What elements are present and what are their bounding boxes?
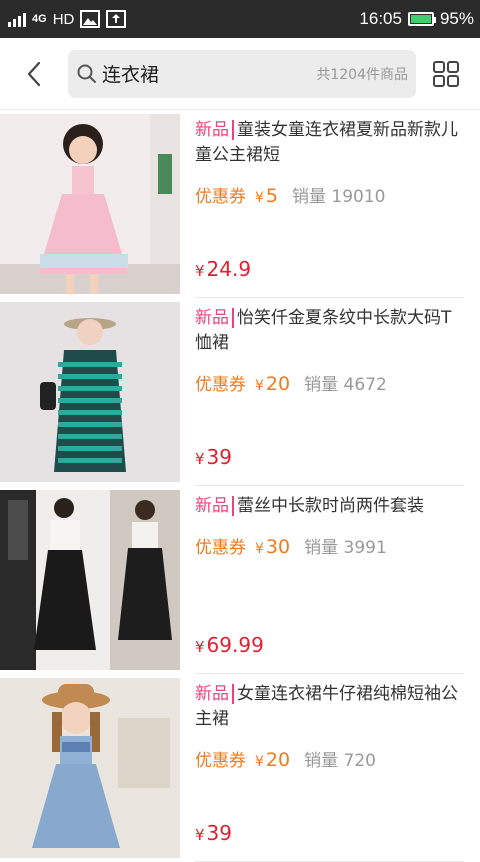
coupon-value: 30 xyxy=(265,536,291,558)
price-currency: ¥ xyxy=(195,450,205,468)
sales-count: 销量 4672 xyxy=(304,375,387,395)
price-currency: ¥ xyxy=(195,826,205,844)
coupon-currency: ¥ xyxy=(255,190,264,206)
product-price: ¥39 xyxy=(195,821,232,845)
image-notification-icon xyxy=(80,10,101,28)
search-icon xyxy=(77,64,96,83)
product-title[interactable]: 新品 怡笑仟金夏条纹中长款大码T恤裙 xyxy=(195,306,464,356)
sales-count: 销量 19010 xyxy=(292,187,386,207)
coupon-label: 优惠券 xyxy=(195,751,246,771)
coupon-value: 5 xyxy=(265,185,279,207)
coupon-currency: ¥ xyxy=(255,378,264,394)
product-image[interactable] xyxy=(0,678,180,858)
product-title[interactable]: 新品 蕾丝中长款时尚两件套装 xyxy=(195,494,464,519)
price-currency: ¥ xyxy=(195,262,205,280)
coupon-row: 优惠券 ¥ 30 销量 3991 xyxy=(195,533,464,558)
product-image[interactable] xyxy=(0,490,180,670)
product-info: 新品 女童连衣裙牛仔裙纯棉短袖公主裙 优惠券 ¥ 20 销量 720 ¥39 xyxy=(195,674,464,862)
product-info: 新品 蕾丝中长款时尚两件套装 优惠券 ¥ 30 销量 3991 ¥69.99 xyxy=(195,486,464,674)
coupon-label: 优惠券 xyxy=(195,375,246,395)
search-query: 连衣裙 xyxy=(102,64,160,86)
chevron-left-icon xyxy=(27,61,41,86)
view-toggle-button[interactable] xyxy=(426,54,466,94)
price-value: 24.9 xyxy=(206,257,252,281)
product-image[interactable] xyxy=(0,114,180,294)
product-item[interactable]: 新品 女童连衣裙牛仔裙纯棉短袖公主裙 优惠券 ¥ 20 销量 720 ¥39 xyxy=(0,674,480,862)
product-item[interactable]: 新品 蕾丝中长款时尚两件套装 优惠券 ¥ 30 销量 3991 ¥69.99 xyxy=(0,486,480,674)
coupon-row: 优惠券 ¥ 20 销量 720 xyxy=(195,746,464,771)
battery-icon xyxy=(407,12,436,26)
battery-percent: 95% xyxy=(439,9,474,28)
search-input[interactable]: 连衣裙 共1204件商品 xyxy=(68,49,416,98)
product-title[interactable]: 新品 女童连衣裙牛仔裙纯棉短袖公主裙 xyxy=(195,682,464,732)
new-tag: 新品 xyxy=(195,120,234,140)
product-image[interactable] xyxy=(0,302,180,482)
product-price: ¥24.9 xyxy=(195,257,251,281)
product-info: 新品 童装女童连衣裙夏新品新款儿童公主裙短 优惠券 ¥ 5 销量 19010 ¥2… xyxy=(195,110,464,298)
result-count: 共1204件商品 xyxy=(316,66,408,83)
price-value: 39 xyxy=(206,821,232,845)
price-currency: ¥ xyxy=(195,638,205,656)
price-value: 39 xyxy=(206,445,232,469)
new-tag: 新品 xyxy=(195,684,234,704)
coupon-row: 优惠券 ¥ 20 销量 4672 xyxy=(195,370,464,395)
coupon-value: 20 xyxy=(265,373,291,395)
back-button[interactable] xyxy=(14,49,54,99)
sales-count: 销量 3991 xyxy=(304,538,387,558)
coupon-currency: ¥ xyxy=(255,541,264,557)
coupon-value: 20 xyxy=(265,749,291,771)
coupon-row: 优惠券 ¥ 5 销量 19010 xyxy=(195,182,464,207)
product-title-text: 女童连衣裙牛仔裙纯棉短袖公主裙 xyxy=(195,684,458,729)
product-title-text: 蕾丝中长款时尚两件套装 xyxy=(237,496,424,516)
signal-icon xyxy=(8,11,26,27)
status-bar: 4G HD 16:05 95% xyxy=(0,0,480,38)
product-price: ¥39 xyxy=(195,445,232,469)
coupon-label: 优惠券 xyxy=(195,538,246,558)
hd-indicator: HD xyxy=(52,10,75,28)
product-item[interactable]: 新品 怡笑仟金夏条纹中长款大码T恤裙 优惠券 ¥ 20 销量 4672 ¥39 xyxy=(0,298,480,486)
sales-count: 销量 720 xyxy=(304,751,376,771)
product-info: 新品 怡笑仟金夏条纹中长款大码T恤裙 优惠券 ¥ 20 销量 4672 ¥39 xyxy=(195,298,464,486)
new-tag: 新品 xyxy=(195,308,234,328)
network-type: 4G xyxy=(32,13,47,25)
price-value: 69.99 xyxy=(206,633,264,657)
upload-notification-icon xyxy=(106,10,127,28)
product-title-text: 童装女童连衣裙夏新品新款儿童公主裙短 xyxy=(195,120,458,165)
search-header: 连衣裙 共1204件商品 xyxy=(0,38,480,110)
new-tag: 新品 xyxy=(195,496,234,516)
coupon-label: 优惠券 xyxy=(195,187,246,207)
product-list: 新品 童装女童连衣裙夏新品新款儿童公主裙短 优惠券 ¥ 5 销量 19010 ¥2… xyxy=(0,110,480,862)
product-title[interactable]: 新品 童装女童连衣裙夏新品新款儿童公主裙短 xyxy=(195,118,464,168)
product-item[interactable]: 新品 童装女童连衣裙夏新品新款儿童公主裙短 优惠券 ¥ 5 销量 19010 ¥2… xyxy=(0,110,480,298)
grid-view-icon xyxy=(433,60,459,87)
clock: 16:05 xyxy=(359,9,402,28)
product-price: ¥69.99 xyxy=(195,633,264,657)
coupon-currency: ¥ xyxy=(255,754,264,770)
